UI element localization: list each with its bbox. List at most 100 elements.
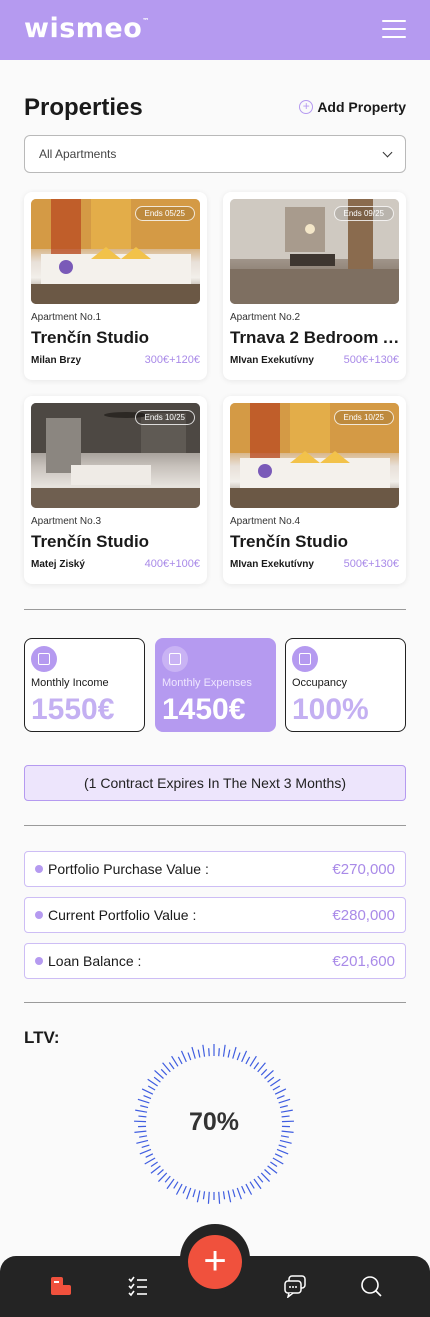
rent-price: 300€+120€ xyxy=(144,354,200,366)
gauge-tick xyxy=(227,1049,231,1058)
gauge-tick xyxy=(274,1088,287,1095)
gauge-tick xyxy=(136,1139,149,1144)
tenant-name: Milan Brzy xyxy=(31,355,82,366)
gauge-tick xyxy=(175,1183,183,1195)
hamburger-menu-icon[interactable] xyxy=(382,20,406,39)
gauge-tick xyxy=(144,1157,156,1165)
gauge-tick xyxy=(279,1139,292,1144)
gauge-tick xyxy=(236,1187,242,1200)
gauge-tick xyxy=(137,1098,150,1104)
filter-selected-value: All Apartments xyxy=(39,147,117,161)
gauge-tick xyxy=(241,1050,248,1063)
row-label: Loan Balance : xyxy=(48,953,142,969)
gauge-tick xyxy=(272,1085,281,1091)
bullet-dot-icon xyxy=(35,865,43,873)
gauge-tick xyxy=(180,1050,187,1063)
gauge-tick xyxy=(202,1044,206,1057)
gauge-tick xyxy=(245,1056,251,1065)
plus-circle-icon: + xyxy=(299,100,314,114)
stat-value: 1450€ xyxy=(162,693,246,726)
property-photo: Ends 10/25 xyxy=(31,403,200,508)
gauge-tick xyxy=(276,1148,289,1155)
expenses-icon xyxy=(162,646,188,672)
apartment-number: Apartment No.2 xyxy=(230,312,301,323)
gauge-tick xyxy=(162,1062,171,1073)
gauge-tick xyxy=(222,1191,226,1200)
search-icon[interactable] xyxy=(359,1274,383,1298)
lease-ends-badge: Ends 10/25 xyxy=(134,410,195,425)
row-label: Portfolio Purchase Value : xyxy=(48,861,209,877)
add-property-button[interactable]: + Add Property xyxy=(299,99,406,115)
section-divider xyxy=(24,1002,406,1003)
property-photo: Ends 09/25 xyxy=(230,199,399,304)
gauge-tick xyxy=(197,1049,201,1058)
gauge-tick xyxy=(147,1085,156,1091)
gauge-tick xyxy=(272,1157,284,1165)
gauge-tick xyxy=(143,1094,152,1100)
stat-label: Occupancy xyxy=(292,677,348,689)
monthly-income-card[interactable]: Monthly Income 1550€ xyxy=(24,638,145,732)
gauge-tick xyxy=(274,1153,283,1158)
monthly-expenses-card[interactable]: Monthly Expenses 1450€ xyxy=(155,638,276,732)
property-card[interactable]: Ends 09/25 Apartment No.2 Trnava 2 Bedro… xyxy=(223,192,406,380)
apartment-name: Trenčín Studio xyxy=(31,328,150,347)
row-value: €270,000 xyxy=(332,860,395,878)
apartments-filter-select[interactable]: All Apartments xyxy=(24,135,406,173)
gauge-tick xyxy=(260,1068,268,1076)
gauge-tick xyxy=(227,1190,232,1203)
tenant-name: Matej Ziský xyxy=(31,559,85,570)
gauge-tick xyxy=(270,1161,278,1167)
stat-value: 1550€ xyxy=(31,693,115,726)
gauge-tick xyxy=(164,1175,171,1183)
gauge-tick xyxy=(150,1165,161,1174)
gauge-tick xyxy=(147,1078,158,1087)
gauge-tick xyxy=(260,1172,271,1182)
gauge-tick xyxy=(145,1153,154,1158)
gauge-tick xyxy=(236,1052,241,1061)
rent-price: 400€+100€ xyxy=(144,558,200,570)
gauge-tick xyxy=(270,1078,281,1087)
gauge-tick xyxy=(196,1190,201,1203)
apartment-name: Trenčín Studio xyxy=(31,532,150,551)
section-divider xyxy=(24,609,406,610)
logo-text: wismeo xyxy=(24,13,143,44)
gauge-tick xyxy=(182,1185,187,1194)
gauge-tick xyxy=(157,1169,164,1176)
lease-ends-badge: Ends 09/25 xyxy=(333,206,394,221)
gauge-tick xyxy=(249,1181,255,1189)
property-card[interactable]: Ends 10/25 Apartment No.3 Trenčín Studio… xyxy=(24,396,207,584)
gauge-tick xyxy=(153,1076,161,1083)
gauge-tick xyxy=(160,1068,168,1076)
page-title: Properties xyxy=(24,94,143,121)
gauge-tick xyxy=(253,1178,262,1190)
gauge-tick xyxy=(191,1046,196,1059)
gauge-tick xyxy=(278,1144,287,1149)
logo[interactable]: wismeo™ xyxy=(24,13,150,44)
chat-icon[interactable] xyxy=(283,1274,307,1298)
gauge-tick xyxy=(245,1183,253,1195)
gauge-tick xyxy=(139,1148,152,1155)
property-card[interactable]: Ends 10/25 Apartment No.4 Trenčín Studio… xyxy=(223,396,406,584)
occupancy-icon xyxy=(292,646,318,672)
property-card[interactable]: Ends 05/25 Apartment No.1 Trenčín Studio… xyxy=(24,192,207,380)
add-icon[interactable]: + xyxy=(188,1235,242,1289)
checklist-icon[interactable] xyxy=(126,1274,150,1298)
gauge-tick xyxy=(264,1070,274,1079)
occupancy-card[interactable]: Occupancy 100% xyxy=(285,638,406,732)
gauge-tick xyxy=(232,1046,237,1059)
gauge-tick xyxy=(171,1055,179,1067)
gauge-tick xyxy=(267,1165,278,1174)
gauge-tick xyxy=(150,1161,158,1167)
contract-expiry-notice[interactable]: (1 Contract Expires In The Next 3 Months… xyxy=(24,765,406,801)
gauge-tick xyxy=(141,1144,150,1149)
apartment-name: Trnava 2 Bedroom Apartment xyxy=(230,328,402,347)
home-icon[interactable] xyxy=(49,1274,73,1298)
current-portfolio-value-row: Current Portfolio Value : €280,000 xyxy=(24,897,406,933)
lease-ends-badge: Ends 05/25 xyxy=(134,206,195,221)
gauge-tick xyxy=(157,1172,168,1182)
apartment-number: Apartment No.3 xyxy=(31,516,102,527)
gauge-tick xyxy=(177,1056,183,1065)
gauge-tick xyxy=(264,1169,271,1176)
gauge-tick xyxy=(278,1098,291,1104)
ltv-label: LTV: xyxy=(24,1028,60,1047)
